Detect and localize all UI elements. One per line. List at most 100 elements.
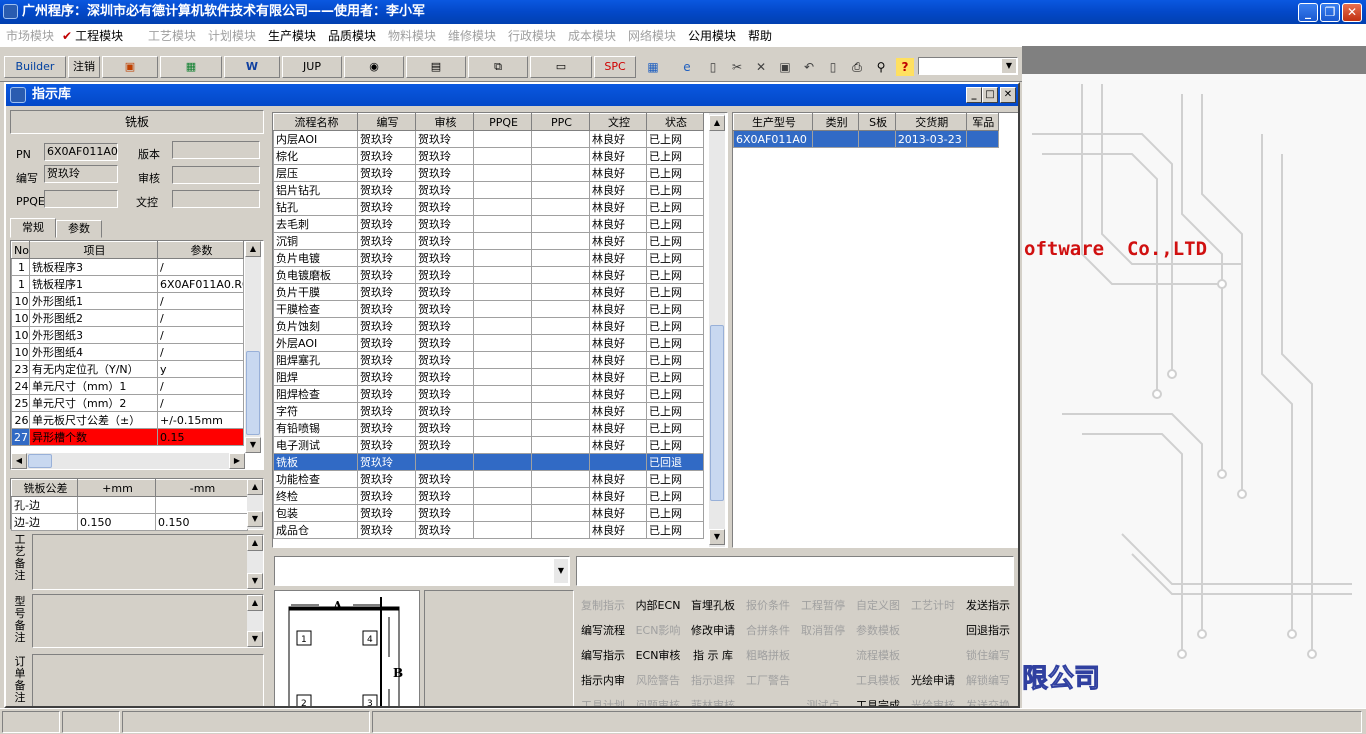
- preview-icon[interactable]: ▯: [824, 58, 842, 76]
- table-row[interactable]: 1 铣板程序3/: [11, 258, 244, 276]
- note-vscroll[interactable]: ▲ ▼: [247, 535, 263, 589]
- note-vscroll[interactable]: ▲ ▼: [247, 595, 263, 647]
- action-button[interactable]: [796, 644, 850, 668]
- menu-item[interactable]: 成本模块: [568, 27, 616, 44]
- delete-icon[interactable]: ✕: [752, 58, 770, 76]
- action-button[interactable]: 修改申请: [686, 619, 740, 643]
- restore-button[interactable]: ❐: [1320, 3, 1340, 22]
- parameter-vscroll[interactable]: ▲ ▼: [245, 241, 261, 453]
- menu-item[interactable]: 网络模块: [628, 27, 676, 44]
- table-row[interactable]: 10 外形图纸1/: [11, 292, 244, 310]
- column-header[interactable]: 流程名称: [273, 113, 358, 131]
- menu-item[interactable]: ✔ 工程模块: [62, 27, 123, 44]
- table-row[interactable]: 阻焊 贺玖玲 贺玖玲 林良好 已上网: [273, 368, 704, 386]
- table-row[interactable]: 负片蚀刻 贺玖玲 贺玖玲 林良好 已上网: [273, 317, 704, 335]
- table-row[interactable]: 成品仓 贺玖玲 贺玖玲 林良好 已上网: [273, 521, 704, 539]
- help-icon[interactable]: ?: [896, 58, 914, 76]
- parameter-hscroll[interactable]: ◀ ▶: [11, 453, 245, 469]
- menu-item[interactable]: 行政模块: [508, 27, 556, 44]
- column-header[interactable]: 军品: [965, 113, 1000, 131]
- scroll-thumb[interactable]: [246, 351, 260, 435]
- menu-item[interactable]: 公用模块: [688, 27, 736, 44]
- action-button[interactable]: [741, 694, 795, 706]
- close-button[interactable]: ✕: [1342, 3, 1362, 22]
- jup-button[interactable]: JUP: [282, 56, 342, 78]
- action-button[interactable]: ECN影响: [631, 619, 685, 643]
- action-button[interactable]: 取消暂停: [796, 619, 850, 643]
- action-button[interactable]: 发送指示: [961, 594, 1015, 618]
- action-button[interactable]: 编写指示: [576, 644, 630, 668]
- menu-item[interactable]: 工艺模块: [148, 27, 196, 44]
- scroll-up-icon[interactable]: ▲: [247, 479, 263, 495]
- action-button[interactable]: 菲林审核: [686, 694, 740, 706]
- column-header[interactable]: 参数: [157, 241, 244, 259]
- action-button[interactable]: 光绘申请: [906, 669, 960, 693]
- scroll-down-icon[interactable]: ▼: [709, 529, 725, 545]
- toolbar-combo[interactable]: ▼: [918, 57, 1018, 75]
- process-note-field[interactable]: ▲ ▼: [32, 534, 264, 590]
- menu-item[interactable]: 维修模块: [448, 27, 496, 44]
- action-button[interactable]: 盲埋孔板: [686, 594, 740, 618]
- column-header[interactable]: 铣板公差: [11, 479, 78, 497]
- chevron-down-icon[interactable]: ▼: [1002, 59, 1016, 73]
- action-button[interactable]: 解锁编写: [961, 669, 1015, 693]
- table-row[interactable]: 阻焊塞孔 贺玖玲 贺玖玲 林良好 已上网: [273, 351, 704, 369]
- action-button[interactable]: 合拼条件: [741, 619, 795, 643]
- action-button[interactable]: 参数模板: [851, 619, 905, 643]
- action-button[interactable]: ECN审核: [631, 644, 685, 668]
- remark-field[interactable]: [576, 556, 1014, 586]
- table-row[interactable]: 钻孔 贺玖玲 贺玖玲 林良好 已上网: [273, 198, 704, 216]
- column-header[interactable]: 交货期: [894, 113, 967, 131]
- action-button[interactable]: 流程模板: [851, 644, 905, 668]
- builder-button[interactable]: Builder: [4, 56, 66, 78]
- menu-item[interactable]: 计划模块: [208, 27, 256, 44]
- table-row[interactable]: 包装 贺玖玲 贺玖玲 林良好 已上网: [273, 504, 704, 522]
- action-button[interactable]: 指 示 库: [686, 644, 740, 668]
- hscroll-thumb[interactable]: [28, 454, 52, 468]
- chevron-down-icon[interactable]: ▼: [554, 559, 568, 583]
- action-button[interactable]: [906, 644, 960, 668]
- computer-icon[interactable]: ▭: [530, 56, 592, 78]
- action-button[interactable]: 工程暂停: [796, 594, 850, 618]
- table-row[interactable]: 棕化 贺玖玲 贺玖玲 林良好 已上网: [273, 147, 704, 165]
- column-header[interactable]: 审核: [415, 113, 474, 131]
- scroll-down-icon[interactable]: ▼: [245, 437, 261, 453]
- action-button[interactable]: 回退指示: [961, 619, 1015, 643]
- window-minimize-button[interactable]: _: [966, 87, 982, 103]
- table-row[interactable]: 孔-边: [11, 496, 248, 514]
- action-button[interactable]: 问题审核: [631, 694, 685, 706]
- table-row[interactable]: 去毛刺 贺玖玲 贺玖玲 林良好 已上网: [273, 215, 704, 233]
- table-row[interactable]: 功能检查 贺玖玲 贺玖玲 林良好 已上网: [273, 470, 704, 488]
- ppqe-field[interactable]: [44, 190, 118, 208]
- action-button[interactable]: 测试点: [796, 694, 850, 706]
- word-icon[interactable]: W: [224, 56, 280, 78]
- menu-item[interactable]: 品质模块: [328, 27, 376, 44]
- action-button[interactable]: 发送交换: [961, 694, 1015, 706]
- table-row[interactable]: 26 单元板尺寸公差（±） +/-0.15mm: [11, 411, 244, 429]
- menu-item[interactable]: 帮助: [748, 27, 772, 44]
- table-row[interactable]: 1铣板程序16X0AF011A0.ROU: [11, 275, 244, 293]
- action-button[interactable]: 锁住编写: [961, 644, 1015, 668]
- column-header[interactable]: PPQE: [473, 113, 532, 131]
- pn-field[interactable]: 6X0AF011A0: [44, 143, 118, 161]
- action-button[interactable]: 工具完成: [851, 694, 905, 706]
- action-button[interactable]: 自定义图: [851, 594, 905, 618]
- ie-icon[interactable]: e: [678, 58, 696, 76]
- minimize-button[interactable]: _: [1298, 3, 1318, 22]
- new-icon[interactable]: ▯: [704, 58, 722, 76]
- menu-item[interactable]: 生产模块: [268, 27, 316, 44]
- column-header[interactable]: +mm: [77, 479, 156, 497]
- action-button[interactable]: [796, 669, 850, 693]
- table-row[interactable]: 沉铜 贺玖玲 贺玖玲 林良好 已上网: [273, 232, 704, 250]
- flow-vscroll[interactable]: ▲ ▼: [709, 113, 725, 547]
- action-button[interactable]: 工艺计时: [906, 594, 960, 618]
- table-row[interactable]: 铝片钻孔 贺玖玲 贺玖玲 林良好 已上网: [273, 181, 704, 199]
- model-note-field[interactable]: ▲ ▼: [32, 594, 264, 648]
- table-row[interactable]: 10 外形图纸2/: [11, 309, 244, 327]
- table-row[interactable]: 终检 贺玖玲 贺玖玲 林良好 已上网: [273, 487, 704, 505]
- table-row[interactable]: 27 异形槽个数 0.15: [11, 428, 244, 446]
- table-row[interactable]: 干膜检查 贺玖玲 贺玖玲 林良好 已上网: [273, 300, 704, 318]
- action-button[interactable]: 工厂警告: [741, 669, 795, 693]
- table-row[interactable]: 内层AOI 贺玖玲 贺玖玲 林良好 已上网: [273, 130, 704, 148]
- menu-item[interactable]: 市场模块: [6, 27, 54, 44]
